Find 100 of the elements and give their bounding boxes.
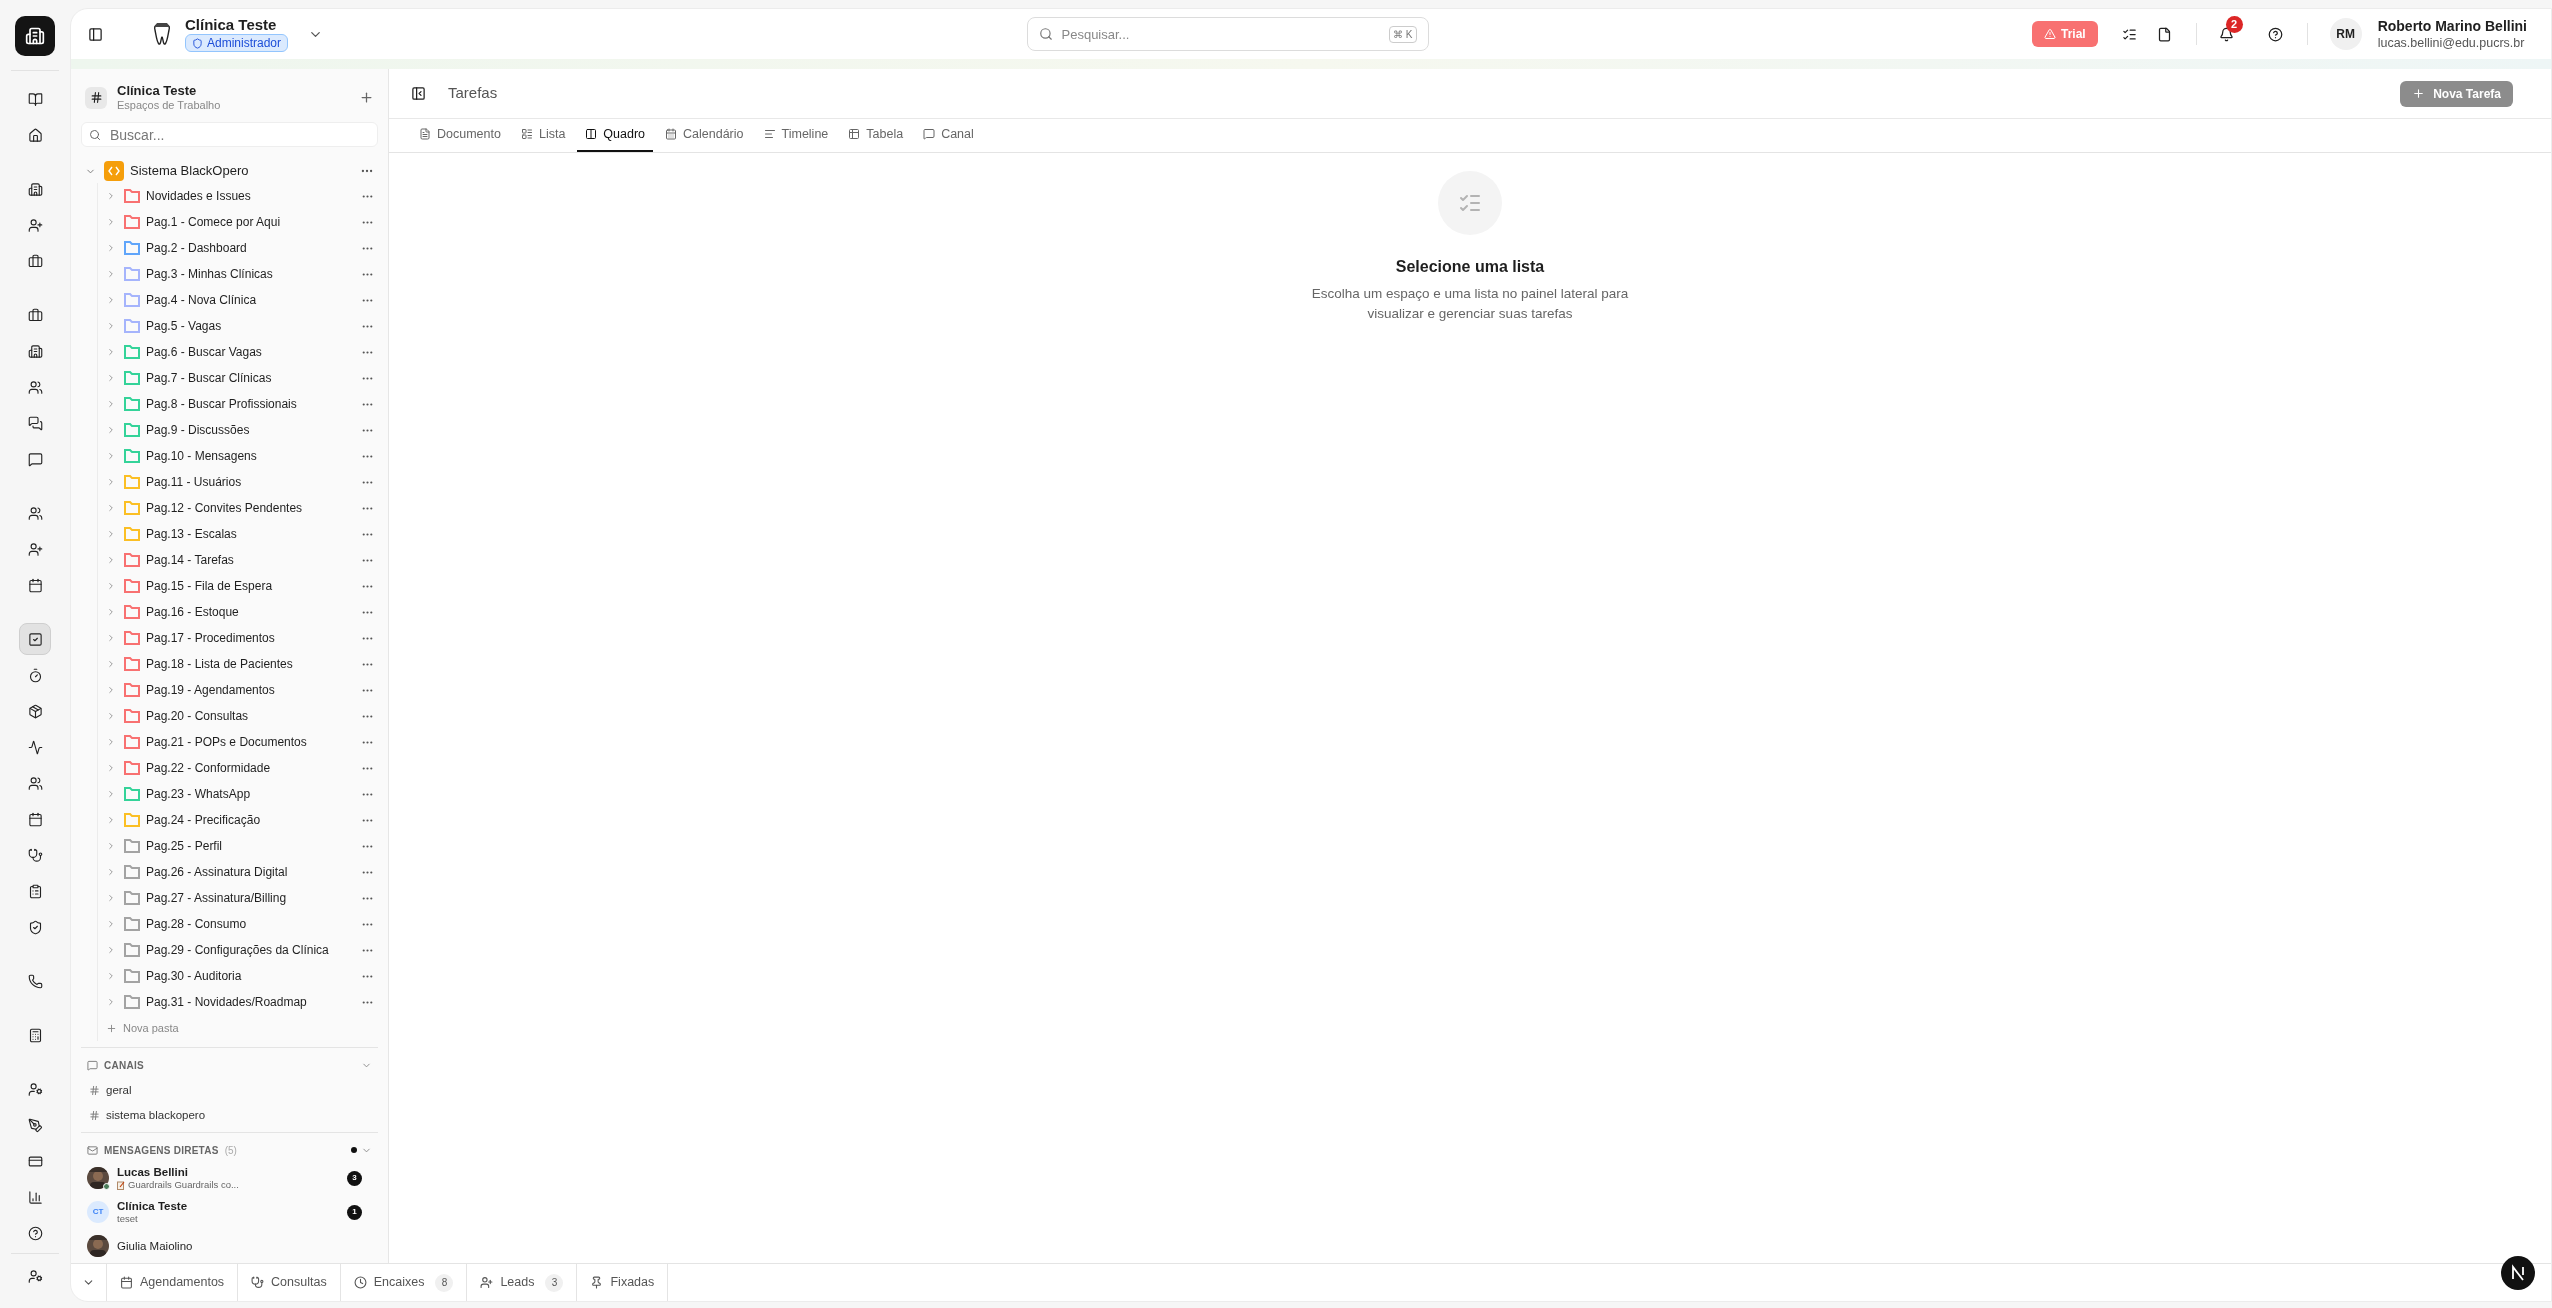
tree-item[interactable]: Pag.16 - Estoque — [146, 603, 361, 621]
tab-icon — [763, 128, 776, 140]
tree-item[interactable]: Pag.29 - Configurações da Clínica — [146, 941, 361, 959]
view-tab[interactable]: Documento — [411, 118, 509, 152]
expand-icon[interactable] — [106, 997, 116, 1007]
expand-icon[interactable] — [106, 685, 116, 695]
tree-item[interactable]: Pag.6 - Buscar Vagas — [146, 343, 361, 361]
direct-message-item[interactable]: CT Clínica Teste teset 1 — [81, 1195, 378, 1229]
expand-icon[interactable] — [106, 581, 116, 591]
expand-icon[interactable] — [106, 711, 116, 721]
sidebar-search-field[interactable]: Buscar... — [81, 122, 378, 148]
tree-item[interactable]: Pag.17 - Procedimentos — [146, 629, 361, 647]
tree-item[interactable]: Pag.30 - Auditoria — [146, 967, 361, 985]
direct-message-item[interactable]: Giulia Maiolino — [81, 1229, 378, 1263]
expand-icon[interactable] — [106, 425, 116, 435]
tree-item[interactable]: Pag.4 - Nova Clínica — [146, 291, 361, 309]
expand-icon[interactable] — [106, 321, 116, 331]
tree-item[interactable]: Pag.20 - Consultas — [146, 707, 361, 725]
notifications-icon[interactable] — [2218, 26, 2234, 42]
plus-icon — [106, 1022, 117, 1034]
tree-item[interactable]: Pag.23 - WhatsApp — [146, 785, 361, 803]
new-folder-button[interactable]: Nova pasta — [98, 1015, 378, 1041]
expand-icon[interactable] — [106, 347, 116, 357]
tree-item[interactable]: Pag.22 - Conformidade — [146, 759, 361, 777]
tree-item[interactable]: Pag.7 - Buscar Clínicas — [146, 369, 361, 387]
expand-icon[interactable] — [106, 191, 116, 201]
file-icon[interactable] — [2156, 26, 2172, 42]
view-tab[interactable]: Lista — [512, 118, 574, 152]
expand-icon[interactable] — [106, 555, 116, 565]
expand-icon[interactable] — [106, 867, 116, 877]
expand-icon[interactable] — [106, 737, 116, 747]
tree-item[interactable]: Pag.3 - Minhas Clínicas — [146, 265, 361, 283]
bottom-tab[interactable]: Consultas — [238, 1264, 341, 1301]
tree-item[interactable]: Pag.24 - Precificação — [146, 811, 361, 829]
expand-icon[interactable] — [106, 477, 116, 487]
expand-icon[interactable] — [106, 893, 116, 903]
expand-icon[interactable] — [106, 945, 116, 955]
tree-item[interactable]: Pag.18 - Lista de Pacientes — [146, 655, 361, 673]
bottom-tab[interactable]: Fixadas — [577, 1264, 669, 1301]
expand-icon[interactable] — [106, 451, 116, 461]
expand-icon[interactable] — [106, 841, 116, 851]
tree-item[interactable]: Pag.31 - Novidades/Roadmap — [146, 993, 361, 1011]
view-tab[interactable]: Calendário — [657, 118, 752, 152]
expand-icon[interactable] — [106, 789, 116, 799]
tree-item[interactable]: Pag.5 - Vagas — [146, 317, 361, 335]
expand-icon[interactable] — [106, 373, 116, 383]
bottom-tab[interactable]: Encaixes 8 — [340, 1264, 468, 1301]
expand-icon[interactable] — [106, 607, 116, 617]
dev-logo-icon[interactable] — [2501, 1255, 2535, 1290]
tree-item[interactable]: Pag.9 - Discussões — [146, 421, 361, 439]
tree-item[interactable]: Pag.1 - Comece por Aqui — [146, 213, 361, 231]
channel-item[interactable]: geral — [81, 1077, 378, 1103]
view-tab[interactable]: Canal — [915, 118, 982, 152]
tree-item[interactable]: Pag.27 - Assinatura/Billing — [146, 889, 361, 907]
app-logo[interactable] — [15, 16, 55, 56]
bottom-tab[interactable]: Agendamentos — [107, 1264, 239, 1301]
expand-icon[interactable] — [106, 815, 116, 825]
tree-item[interactable]: Pag.13 - Escalas — [146, 525, 361, 543]
expand-icon[interactable] — [106, 763, 116, 773]
tree-item[interactable]: Novidades e Issues — [146, 187, 361, 205]
channel-item[interactable]: sistema blackopero — [81, 1103, 378, 1129]
section-title: MENSAGENS DIRETAS — [104, 1143, 219, 1158]
help-icon[interactable] — [2267, 26, 2283, 42]
expand-icon[interactable] — [106, 971, 116, 981]
bottom-tab[interactable]: Leads 3 — [467, 1264, 578, 1301]
view-tab[interactable]: Timeline — [755, 118, 837, 152]
add-icon[interactable] — [359, 90, 374, 105]
tree-item[interactable]: Pag.8 - Buscar Profissionais — [146, 395, 361, 413]
tree-item[interactable]: Pag.11 - Usuários — [146, 473, 361, 491]
tree-item[interactable]: Pag.28 - Consumo — [146, 915, 361, 933]
tree-item[interactable]: Pag.26 - Assinatura Digital — [146, 863, 361, 881]
expand-icon[interactable] — [106, 503, 116, 513]
tree-item[interactable]: Pag.19 - Agendamentos — [146, 681, 361, 699]
expand-icon[interactable] — [106, 217, 116, 227]
expand-icon[interactable] — [106, 659, 116, 669]
expand-icon[interactable] — [106, 633, 116, 643]
expand-icon[interactable] — [106, 529, 116, 539]
expand-icon[interactable] — [106, 295, 116, 305]
user-avatar[interactable]: RM — [2329, 18, 2362, 50]
expand-icon[interactable] — [106, 269, 116, 279]
tree-item[interactable]: Sistema BlackOpero — [130, 161, 360, 181]
nav-icon[interactable] — [19, 623, 51, 655]
tree-item[interactable]: Pag.15 - Fila de Espera — [146, 577, 361, 595]
tree-item[interactable]: Pag.10 - Mensagens — [146, 447, 361, 465]
view-tab[interactable]: Quadro — [577, 118, 654, 152]
tree-item[interactable]: Pag.14 - Tarefas — [146, 551, 361, 569]
tree-item[interactable]: Pag.2 - Dashboard — [146, 239, 361, 257]
direct-message-item[interactable]: Lucas Bellini Guardrails Guardrails co... 3 — [81, 1161, 378, 1195]
view-tab[interactable]: Tabela — [840, 118, 912, 152]
expand-icon[interactable] — [106, 399, 116, 409]
expand-icon[interactable] — [106, 243, 116, 253]
warning-icon — [2043, 28, 2056, 40]
expand-icon[interactable] — [106, 919, 116, 929]
tree-item[interactable]: Pag.12 - Convites Pendentes — [146, 499, 361, 517]
memo-icon — [117, 1180, 125, 1190]
role-badge: Administrador — [185, 34, 289, 52]
tree-item[interactable]: Pag.21 - POPs e Documentos — [146, 733, 361, 751]
tasks-icon[interactable] — [2121, 26, 2137, 42]
panel-collapse-icon[interactable] — [411, 86, 426, 101]
tree-item[interactable]: Pag.25 - Perfil — [146, 837, 361, 855]
